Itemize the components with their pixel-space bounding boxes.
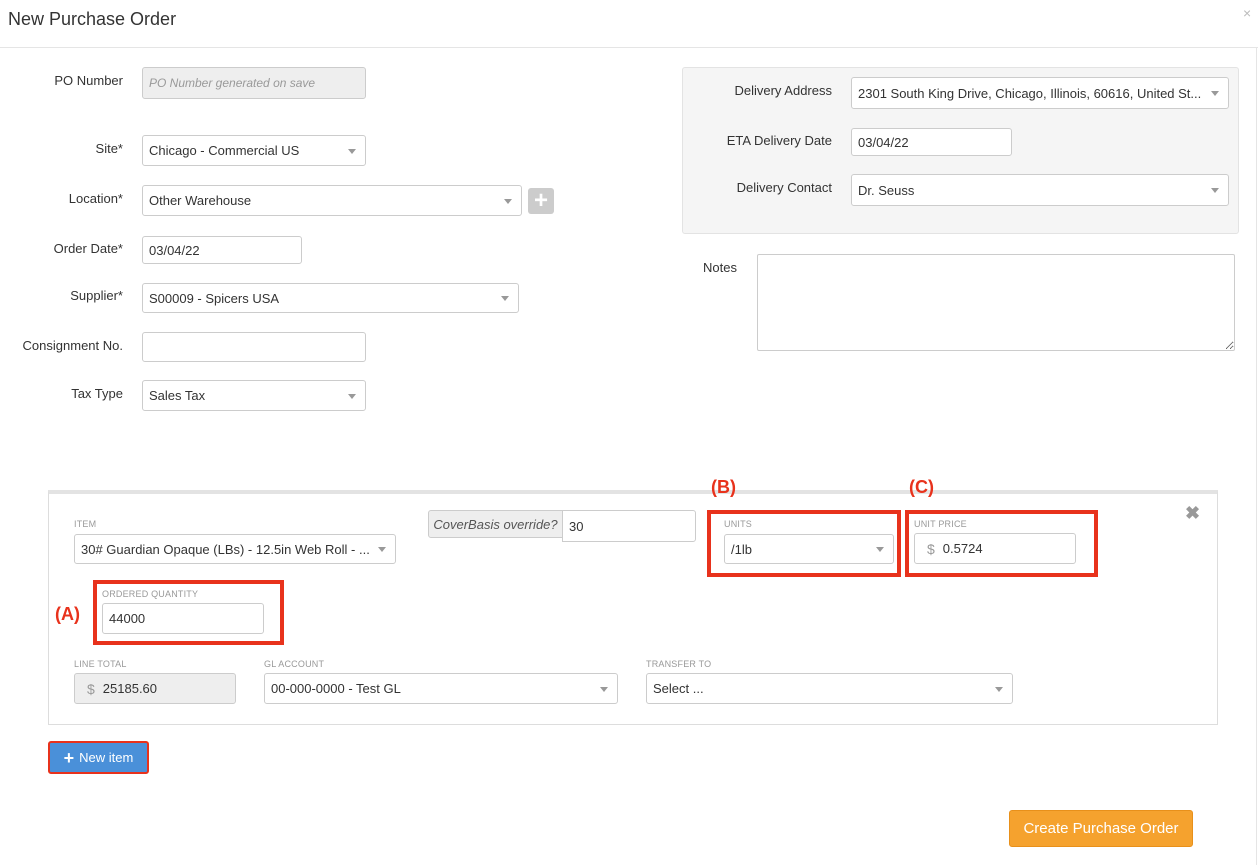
site-select[interactable]: Chicago - Commercial US [142, 135, 366, 166]
annotation-box-a [93, 580, 284, 645]
location-label: Location* [68, 191, 123, 206]
dollar-icon: $ [87, 680, 95, 697]
delivery-address-select[interactable]: 2301 South King Drive, Chicago, Illinois… [851, 77, 1229, 109]
item-label: ITEM [74, 519, 97, 529]
site-value: Chicago - Commercial US [149, 143, 300, 158]
delivery-contact-value: Dr. Seuss [858, 182, 915, 198]
delivery-address-label: Delivery Address [734, 83, 832, 98]
annotation-box-c [905, 510, 1098, 577]
order-date-input[interactable]: 03/04/22 [142, 236, 302, 264]
create-purchase-order-button[interactable]: Create Purchase Order [1009, 810, 1193, 847]
add-location-button[interactable]: + [528, 188, 554, 214]
line-total-label: LINE TOTAL [74, 659, 127, 669]
gl-account-label: GL ACCOUNT [264, 659, 325, 669]
consignment-input[interactable] [142, 332, 366, 362]
modal-title: New Purchase Order [8, 9, 177, 29]
transfer-to-select[interactable]: Select ... [646, 673, 1013, 704]
po-number-label: PO Number [54, 73, 123, 88]
item-select[interactable]: 30# Guardian Opaque (LBs) - 12.5in Web R… [74, 534, 396, 564]
gl-account-select[interactable]: 00-000-0000 - Test GL [264, 673, 618, 704]
gl-account-value: 00-000-0000 - Test GL [271, 681, 401, 696]
delivery-contact-select[interactable]: Dr. Seuss [851, 174, 1229, 206]
annotation-label-b: (B) [711, 477, 736, 497]
eta-label: ETA Delivery Date [726, 133, 832, 148]
tax-type-label: Tax Type [71, 386, 123, 401]
remove-line-icon[interactable]: ✖ [1185, 503, 1200, 524]
line-total-value: 25185.60 [102, 681, 158, 696]
close-icon[interactable]: × [1243, 5, 1251, 21]
coverbasis-label: CoverBasis override? [428, 510, 563, 538]
notes-label: Notes [703, 260, 737, 275]
eta-date-input[interactable]: 03/04/22 [851, 128, 1012, 156]
new-item-label: New item [79, 750, 134, 765]
annotation-label-a: (A) [55, 604, 80, 624]
new-item-button[interactable]: + New item [48, 741, 149, 774]
supplier-select[interactable]: S00009 - Spicers USA [142, 283, 519, 313]
line-total-field: $25185.60 [74, 673, 236, 704]
transfer-to-value: Select ... [653, 681, 704, 696]
tax-type-select[interactable]: Sales Tax [142, 380, 366, 411]
item-value: 30# Guardian Opaque (LBs) - 12.5in Web R… [81, 541, 370, 557]
location-value: Other Warehouse [149, 193, 252, 208]
annotation-label-c: (C) [909, 477, 934, 497]
supplier-label: Supplier* [70, 288, 123, 303]
notes-textarea[interactable] [757, 254, 1235, 351]
supplier-value: S00009 - Spicers USA [149, 290, 280, 306]
order-date-label: Order Date* [53, 241, 123, 256]
modal-edge [1256, 47, 1257, 865]
location-select[interactable]: Other Warehouse [142, 185, 522, 216]
tax-type-value: Sales Tax [149, 388, 206, 403]
plus-icon: + [63, 747, 75, 768]
transfer-to-label: TRANSFER TO [646, 659, 712, 669]
po-number-input: PO Number generated on save [142, 67, 366, 99]
site-label: Site* [95, 141, 123, 156]
delivery-contact-label: Delivery Contact [736, 180, 832, 195]
coverbasis-input[interactable]: 30 [562, 510, 696, 542]
annotation-box-b [707, 510, 901, 577]
delivery-address-value: 2301 South King Drive, Chicago, Illinois… [858, 85, 1202, 101]
header-divider [0, 47, 1258, 48]
consignment-label: Consignment No. [22, 338, 123, 353]
